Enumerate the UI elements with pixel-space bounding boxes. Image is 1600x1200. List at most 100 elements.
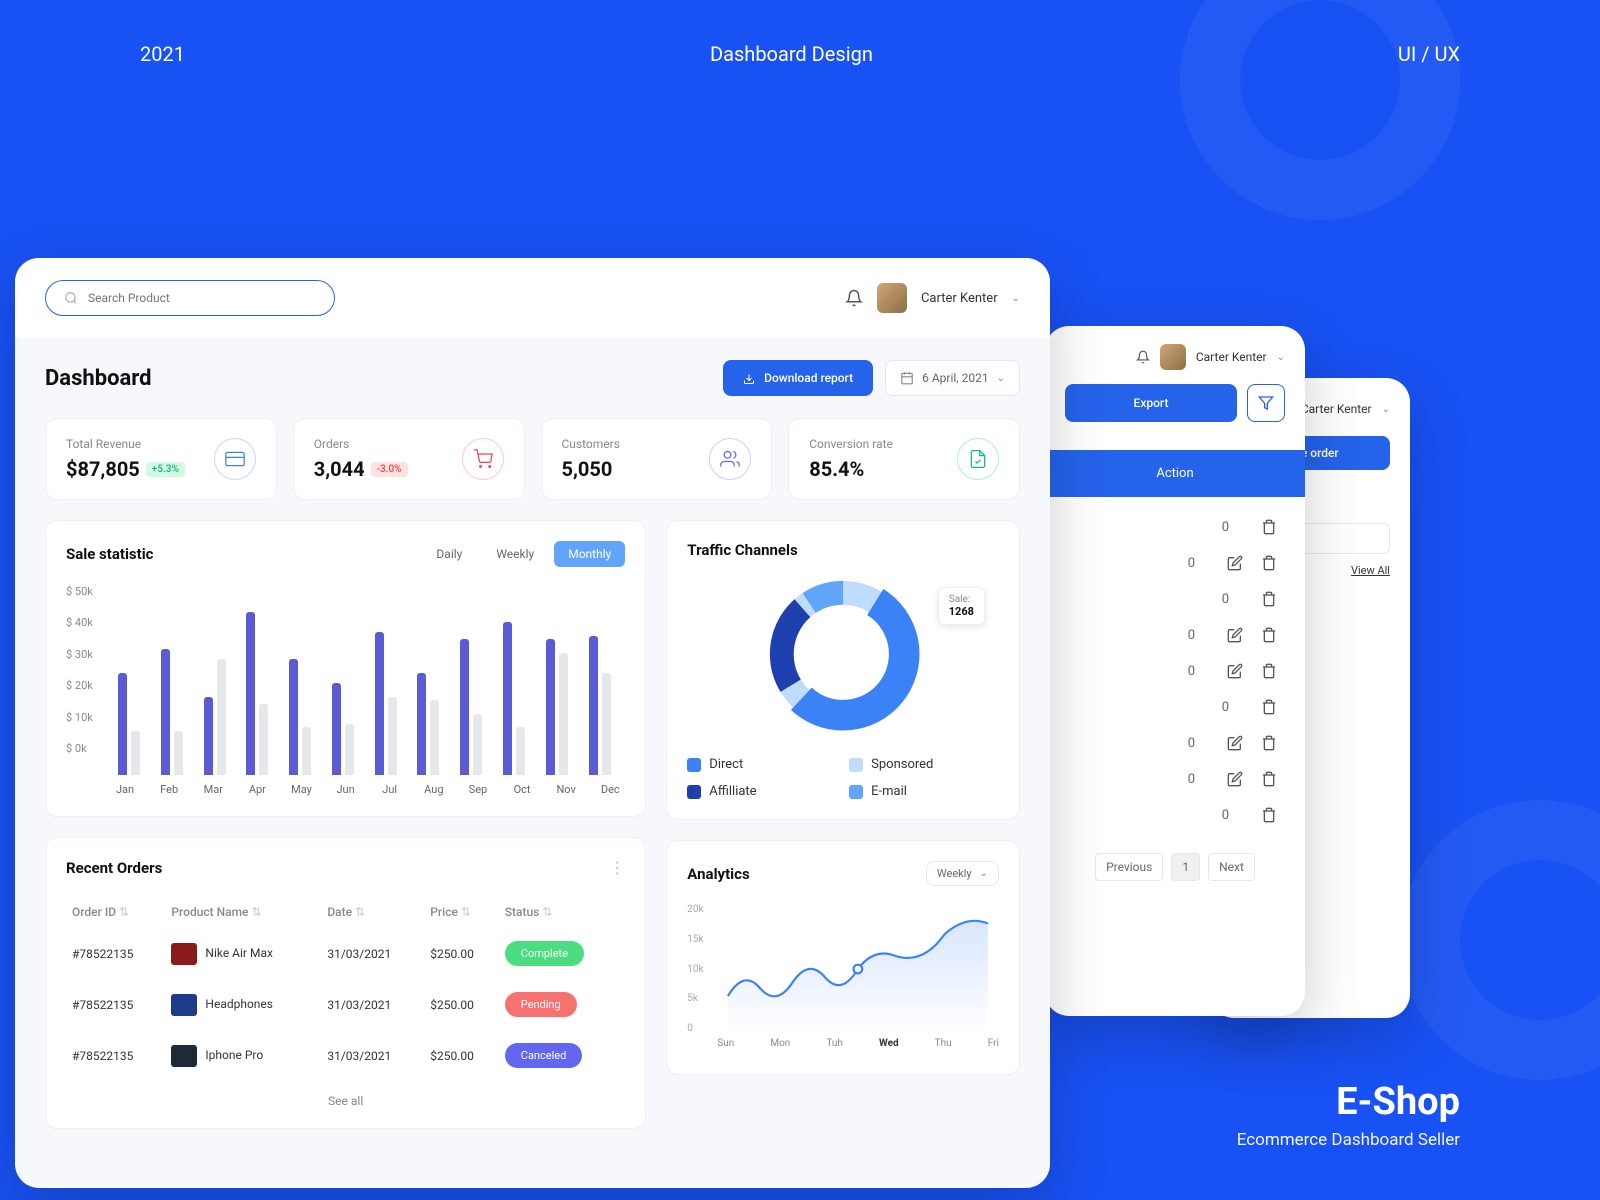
pag-next[interactable]: Next <box>1208 853 1255 881</box>
table-row[interactable]: #78522135Nike Air Max31/03/2021$250.00Co… <box>68 929 623 978</box>
trash-icon[interactable] <box>1261 771 1277 787</box>
edit-icon[interactable] <box>1227 735 1243 751</box>
trash-icon[interactable] <box>1261 519 1277 535</box>
pag-1[interactable]: 1 <box>1171 853 1200 881</box>
donut-chart <box>758 569 928 739</box>
bar-group <box>161 649 190 775</box>
download-report-button[interactable]: Download report <box>723 360 873 396</box>
filter-button[interactable] <box>1247 384 1285 422</box>
list-row: 0 <box>1045 689 1305 725</box>
bar-group <box>460 639 489 775</box>
list-row: 0 <box>1045 725 1305 761</box>
stat-icon <box>957 438 999 480</box>
page-title: Dashboard <box>45 366 152 391</box>
username: Carter Kenter <box>1301 402 1372 416</box>
calendar-icon <box>900 371 914 385</box>
date-picker-button[interactable]: 6 April, 2021 ⌄ <box>885 360 1020 396</box>
list-row: 0 <box>1045 617 1305 653</box>
bar-group <box>204 659 233 775</box>
status-badge: Canceled <box>505 1043 583 1068</box>
stat-card: Orders3,044-3.0% <box>293 418 525 500</box>
stat-icon <box>214 438 256 480</box>
col-header[interactable]: Status ⇅ <box>501 897 624 927</box>
col-header[interactable]: Order ID ⇅ <box>68 897 165 927</box>
chevron-down-icon[interactable]: ⌄ <box>1277 352 1285 363</box>
stat-card: Customers 5,050 <box>541 418 773 500</box>
stat-label: Customers <box>562 437 620 451</box>
stat-value: 85.4% <box>809 457 893 481</box>
trash-icon[interactable] <box>1261 627 1277 643</box>
footer-title: E-Shop <box>1237 1080 1460 1124</box>
list-row: 0 <box>1045 581 1305 617</box>
trash-icon[interactable] <box>1261 591 1277 607</box>
edit-icon[interactable] <box>1227 627 1243 643</box>
analytics-range-button[interactable]: Weekly ⌄ <box>926 861 999 886</box>
bar-group <box>503 622 532 775</box>
col-header[interactable]: Price ⇅ <box>426 897 499 927</box>
search-box[interactable] <box>45 280 335 316</box>
bar-group <box>289 659 318 775</box>
legend-item: E-mail <box>849 784 999 799</box>
edit-icon[interactable] <box>1227 771 1243 787</box>
table-row[interactable]: #78522135Headphones31/03/2021$250.00Pend… <box>68 980 623 1029</box>
bar-group <box>417 673 446 775</box>
trash-icon[interactable] <box>1261 735 1277 751</box>
footer-sub: Ecommerce Dashboard Seller <box>1237 1130 1460 1150</box>
stat-icon <box>462 438 504 480</box>
edit-icon[interactable] <box>1227 663 1243 679</box>
analytics-line-chart <box>717 904 999 1034</box>
username: Carter Kenter <box>1196 350 1267 364</box>
traffic-channels-panel: Traffic Channels Sale: 1268 <box>666 520 1020 820</box>
trash-icon[interactable] <box>1261 699 1277 715</box>
bar-group <box>589 636 618 775</box>
legend-item: Sponsored <box>849 757 999 772</box>
sale-statistic-panel: Sale statistic DailyWeeklyMonthly $ 50k$… <box>45 520 646 817</box>
pag-prev[interactable]: Previous <box>1095 853 1163 881</box>
status-badge: Pending <box>505 992 577 1017</box>
list-row: 0 <box>1045 761 1305 797</box>
trash-icon[interactable] <box>1261 663 1277 679</box>
table-row[interactable]: #78522135Iphone Pro31/03/2021$250.00Canc… <box>68 1031 623 1080</box>
stat-label: Total Revenue <box>66 437 185 451</box>
bell-icon[interactable] <box>845 289 863 307</box>
chevron-down-icon[interactable]: ⌄ <box>1382 404 1390 415</box>
tab-daily[interactable]: Daily <box>422 541 476 567</box>
col-header[interactable]: Product Name ⇅ <box>167 897 321 927</box>
see-all-link[interactable]: See all <box>66 1094 625 1108</box>
list-row: 0 <box>1045 653 1305 689</box>
tab-monthly[interactable]: Monthly <box>554 541 625 567</box>
orders-title: Recent Orders <box>66 859 162 877</box>
dashboard-card: Carter Kenter ⌄ Dashboard Download repor… <box>15 258 1050 1188</box>
tab-weekly[interactable]: Weekly <box>482 541 548 567</box>
col-header[interactable]: Date ⇅ <box>323 897 424 927</box>
search-icon <box>64 291 78 305</box>
stat-value: $87,805+5.3% <box>66 457 185 481</box>
bar-group <box>118 673 147 775</box>
bell-icon[interactable] <box>1136 350 1150 364</box>
bar-group <box>546 639 575 775</box>
stat-card: Conversion rate85.4% <box>788 418 1020 500</box>
bar-group <box>332 683 361 775</box>
card-export: Carter Kenter ⌄ Export Action 000000000 … <box>1045 326 1305 1016</box>
analytics-panel: Analytics Weekly ⌄ 20k15k10k5k0 SunMonTu… <box>666 840 1020 1075</box>
action-header: Action <box>1045 450 1305 497</box>
export-button[interactable]: Export <box>1065 384 1237 422</box>
trash-icon[interactable] <box>1261 555 1277 571</box>
avatar[interactable] <box>1160 344 1186 370</box>
hdr-title: Dashboard Design <box>710 42 873 66</box>
trash-icon[interactable] <box>1261 807 1277 823</box>
avatar[interactable] <box>877 283 907 313</box>
legend-item: Affilliate <box>687 784 837 799</box>
more-icon[interactable]: ⋮ <box>609 858 625 877</box>
stat-value: 5,050 <box>562 457 620 481</box>
hdr-year: 2021 <box>140 42 185 66</box>
legend-item: Direct <box>687 757 837 772</box>
edit-icon[interactable] <box>1227 555 1243 571</box>
list-row: 0 <box>1045 545 1305 581</box>
chevron-down-icon[interactable]: ⌄ <box>1012 293 1020 304</box>
search-input[interactable] <box>88 291 316 305</box>
stat-icon <box>709 438 751 480</box>
analytics-title: Analytics <box>687 865 749 883</box>
stat-value: 3,044-3.0% <box>314 457 408 481</box>
bar-group <box>375 632 404 775</box>
